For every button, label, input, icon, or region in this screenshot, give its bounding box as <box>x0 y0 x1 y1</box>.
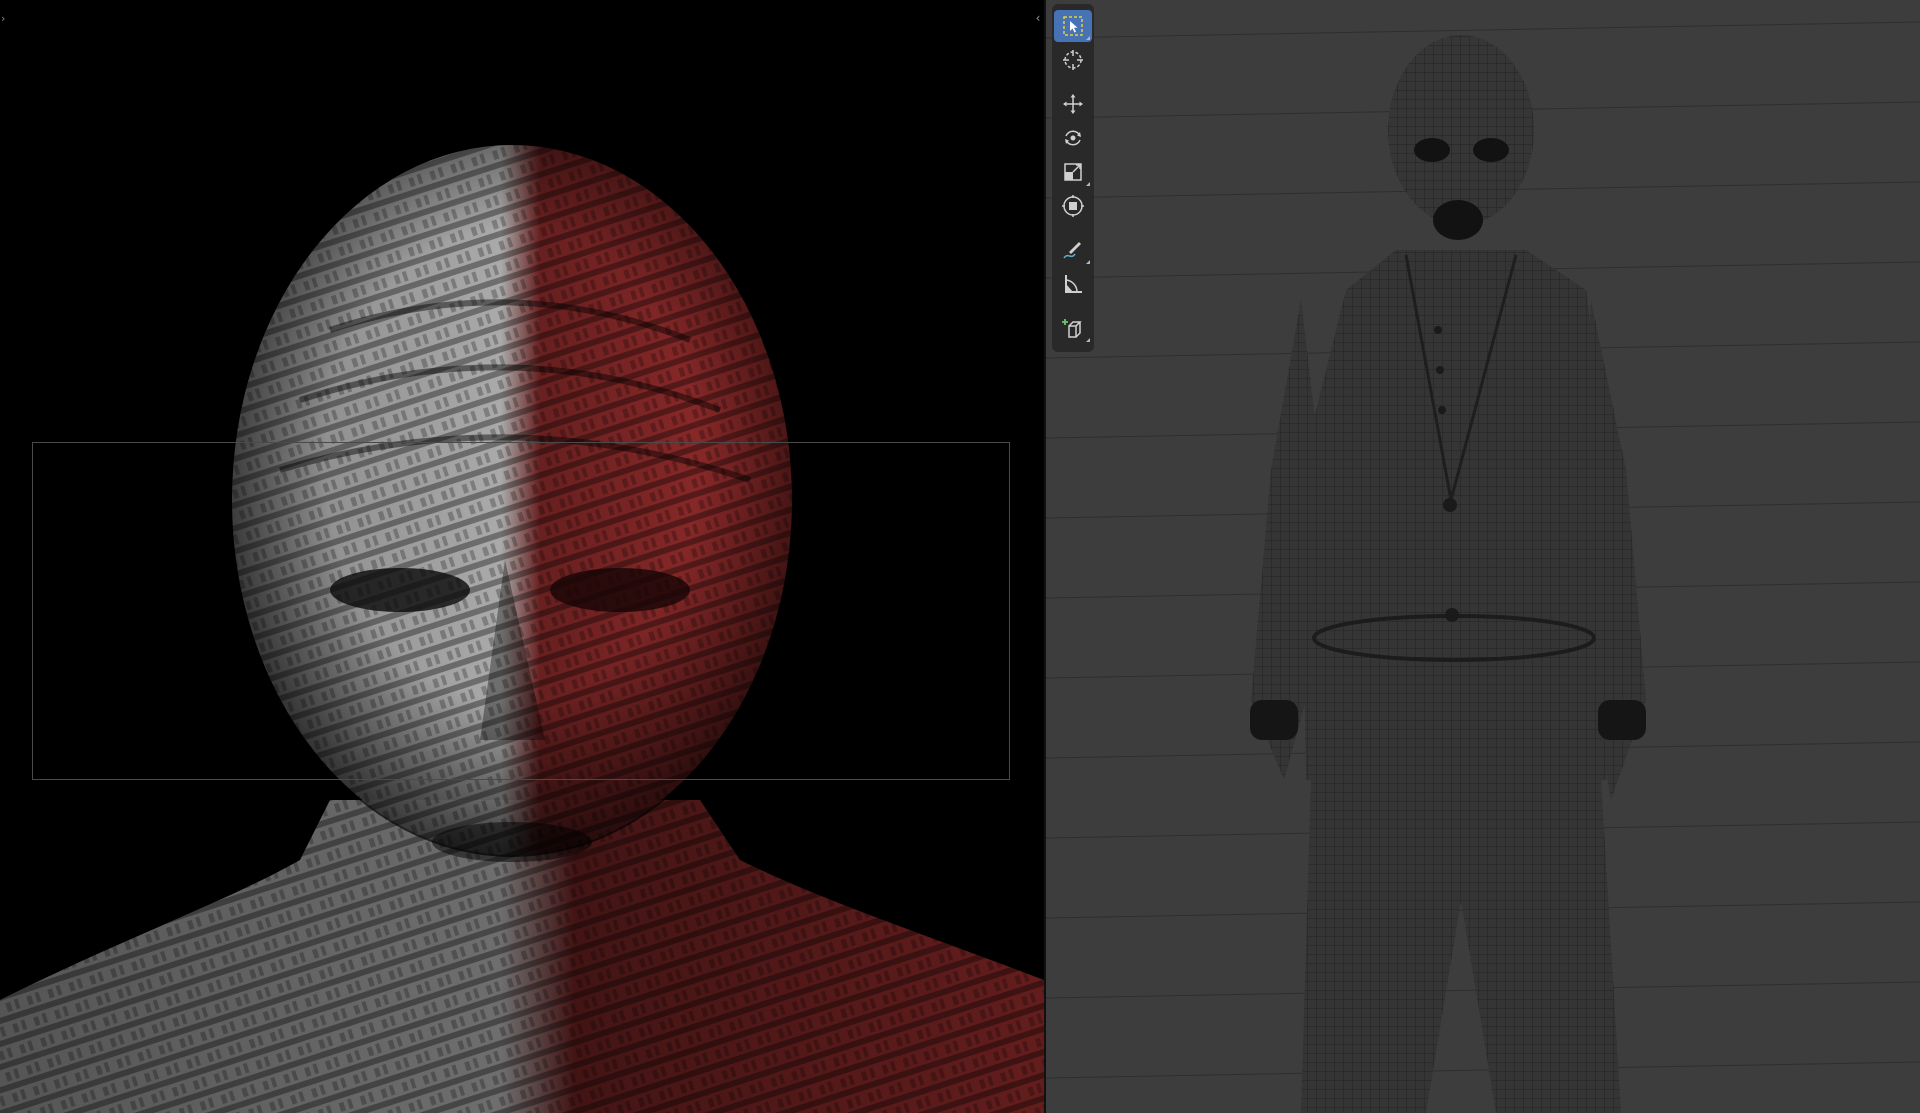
annotate-tool-button[interactable] <box>1054 234 1092 266</box>
cursor-tool-button[interactable] <box>1054 44 1092 76</box>
select-box-icon <box>1063 16 1083 36</box>
tool-group-select <box>1052 6 1094 80</box>
character-wireframe <box>1250 35 1646 1113</box>
tool-shelf <box>1052 4 1094 352</box>
right-eye-shape <box>550 568 690 612</box>
cursor-icon <box>1063 50 1083 70</box>
rotate-icon <box>1065 130 1081 146</box>
transform-icon <box>1062 195 1084 217</box>
left-collapse-arrow[interactable]: › <box>1 12 11 26</box>
measure-icon <box>1065 275 1082 293</box>
measure-tool-button[interactable] <box>1054 268 1092 300</box>
rotate-tool-button[interactable] <box>1054 122 1092 154</box>
left-eye-shape <box>330 568 470 612</box>
add-cube-tool-button[interactable] <box>1054 312 1092 344</box>
wireframe-character-mesh <box>1046 21 1920 1113</box>
move-icon <box>1063 94 1083 114</box>
3d-viewport[interactable] <box>1046 0 1920 1113</box>
scale-icon <box>1064 163 1082 181</box>
toolbar-collapse-arrow[interactable]: ‹ <box>1032 10 1044 26</box>
render-viewport[interactable]: › <box>0 0 1044 1113</box>
annotate-icon <box>1063 242 1081 259</box>
scale-tool-button[interactable] <box>1054 156 1092 188</box>
add-cube-icon <box>1062 319 1082 338</box>
tool-group-add <box>1052 308 1094 348</box>
transform-tool-button[interactable] <box>1054 190 1092 222</box>
move-tool-button[interactable] <box>1054 88 1092 120</box>
tool-group-annotate <box>1052 230 1094 304</box>
select-box-tool-button[interactable] <box>1054 10 1092 42</box>
typography-portrait-render <box>0 143 1044 1113</box>
tool-group-transform <box>1052 84 1094 226</box>
lips-shape <box>432 822 592 862</box>
